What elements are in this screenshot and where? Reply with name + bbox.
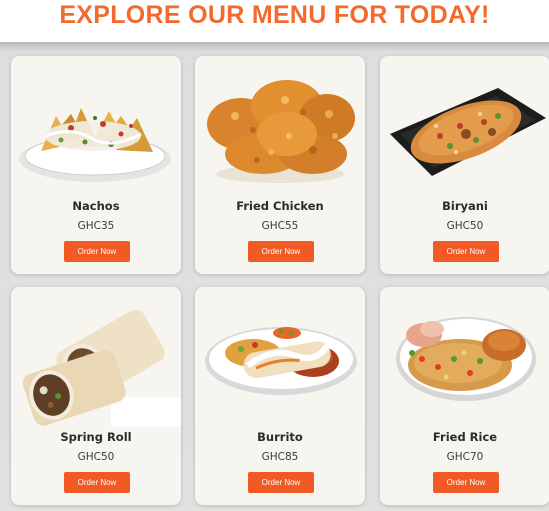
dish-name: Spring Roll: [60, 430, 132, 444]
order-now-button[interactable]: Order Now: [64, 472, 130, 493]
order-now-button[interactable]: Order Now: [248, 472, 314, 493]
order-now-button[interactable]: Order Now: [248, 241, 314, 262]
order-now-button[interactable]: Order Now: [433, 472, 499, 493]
dish-price: GHC70: [446, 451, 484, 463]
menu-card-biryani: Biryani GHC50 Order Now: [380, 56, 549, 274]
order-now-button[interactable]: Order Now: [64, 241, 130, 262]
burrito-image: [195, 287, 365, 427]
dish-name: Nachos: [72, 199, 120, 213]
menu-card-spring-roll: Spring Roll GHC50 Order Now: [11, 287, 181, 505]
biryani-image: [380, 56, 549, 196]
dish-name: Biryani: [442, 199, 488, 213]
menu-card-fried-chicken: Fried Chicken GHC55 Order Now: [195, 56, 365, 274]
dish-name: Burrito: [257, 430, 303, 444]
dish-price: GHC50: [77, 451, 115, 463]
fried-chicken-image: [195, 56, 365, 196]
dish-price: GHC85: [261, 451, 299, 463]
dish-name: Fried Chicken: [236, 199, 324, 213]
menu-card-burrito: Burrito GHC85 Order Now: [195, 287, 365, 505]
order-now-button[interactable]: Order Now: [433, 241, 499, 262]
dish-price: GHC50: [446, 220, 484, 232]
nachos-image: [11, 56, 181, 196]
menu-card-fried-rice: Fried Rice GHC70 Order Now: [380, 287, 549, 505]
dish-price: GHC35: [77, 220, 115, 232]
dish-name: Fried Rice: [432, 430, 498, 444]
dish-price: GHC55: [261, 220, 299, 232]
page-title: EXPLORE OUR MENU FOR TODAY!: [0, 0, 549, 42]
spring-roll-image: [11, 287, 181, 427]
fried-rice-image: [380, 287, 549, 427]
menu-card-nachos: Nachos GHC35 Order Now: [11, 56, 181, 274]
menu-grid: Nachos GHC35 Order Now Fried Chicken GHC…: [0, 42, 549, 511]
